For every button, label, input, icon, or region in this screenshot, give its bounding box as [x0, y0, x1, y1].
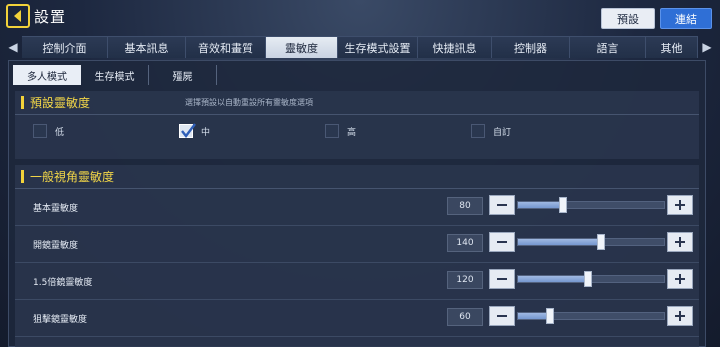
sensitivity-row-1: 開鏡靈敏度 140 — [15, 226, 699, 263]
back-arrow-icon — [14, 10, 21, 22]
decrease-button[interactable] — [489, 269, 515, 289]
preset-option-label: 低 — [55, 127, 65, 138]
preset-sensitivity-section: 預設靈敏度 選擇預設以自動重設所有靈敏度選項 低 中 高 自訂 — [15, 91, 699, 159]
minus-icon — [497, 315, 507, 317]
plus-icon — [675, 237, 685, 247]
tab-6[interactable]: 控制器 — [492, 36, 570, 58]
preset-options-row: 低 中 高 自訂 — [15, 115, 699, 147]
preset-option-1[interactable]: 中 — [179, 123, 211, 138]
subtab-0[interactable]: 多人模式 — [13, 65, 81, 85]
row-label: 狙擊鏡靈敏度 — [33, 315, 88, 325]
row-label: 基本靈敏度 — [33, 204, 79, 214]
checkbox-icon[interactable] — [325, 124, 339, 138]
tab-scroll-right-icon[interactable]: ▶ — [700, 38, 714, 56]
tab-scroll-left-icon[interactable]: ◀ — [6, 38, 20, 56]
tab-7[interactable]: 語言 — [570, 36, 646, 58]
preset-section-title: 預設靈敏度 — [30, 96, 91, 110]
preset-button[interactable]: 預設 — [601, 8, 655, 29]
value-display: 80 — [447, 197, 483, 215]
tab-0[interactable]: 控制介面 — [22, 36, 108, 58]
increase-button[interactable] — [667, 306, 693, 326]
sensitivity-slider[interactable] — [517, 197, 665, 213]
view-section-title: 一般視角靈敏度 — [30, 170, 115, 184]
slider-handle[interactable] — [584, 271, 593, 287]
subtab-1[interactable]: 生存模式 — [81, 65, 149, 85]
slider-fill — [518, 239, 602, 245]
tab-8[interactable]: 其他 — [646, 36, 698, 58]
increase-button[interactable] — [667, 232, 693, 252]
sensitivity-row-3: 狙擊鏡靈敏度 60 — [15, 300, 699, 337]
minus-icon — [497, 204, 507, 206]
increase-button[interactable] — [667, 195, 693, 215]
tabs-container: 控制介面 基本訊息 音效和畫質 靈敏度 生存模式設置 快捷訊息 控制器 語言 其他 — [22, 36, 698, 58]
preset-option-0[interactable]: 低 — [33, 124, 64, 138]
sensitivity-slider[interactable] — [517, 271, 665, 287]
section-marker — [21, 96, 24, 109]
plus-icon — [675, 311, 685, 321]
view-sensitivity-section: 一般視角靈敏度 基本靈敏度 80 開鏡靈敏度 140 1.5倍鏡靈敏度 120 狙擊鏡靈敏度… — [15, 165, 699, 347]
slider-rows: 基本靈敏度 80 開鏡靈敏度 140 1.5倍鏡靈敏度 120 狙擊鏡靈敏度 60 — [15, 189, 699, 337]
decrease-button[interactable] — [489, 232, 515, 252]
plus-icon — [675, 274, 685, 284]
value-display: 120 — [447, 271, 483, 289]
slider-handle[interactable] — [546, 308, 555, 324]
tab-1[interactable]: 基本訊息 — [108, 36, 186, 58]
checkbox-icon[interactable] — [471, 124, 485, 138]
settings-tab-bar: ◀ 控制介面 基本訊息 音效和畫質 靈敏度 生存模式設置 快捷訊息 控制器 語言 其他 ▶ — [0, 36, 720, 58]
minus-icon — [497, 278, 507, 280]
sensitivity-row-2: 1.5倍鏡靈敏度 120 — [15, 263, 699, 300]
preset-option-2[interactable]: 高 — [325, 124, 356, 138]
tab-2[interactable]: 音效和畫質 — [186, 36, 266, 58]
row-label: 1.5倍鏡靈敏度 — [33, 278, 93, 288]
tab-5[interactable]: 快捷訊息 — [418, 36, 492, 58]
decrease-button[interactable] — [489, 306, 515, 326]
mode-subtabs: 多人模式 生存模式 殭屍 — [13, 65, 217, 85]
sensitivity-row-0: 基本靈敏度 80 — [15, 189, 699, 226]
row-label: 開鏡靈敏度 — [33, 241, 79, 251]
value-display: 140 — [447, 234, 483, 252]
slider-handle[interactable] — [559, 197, 568, 213]
view-section-header: 一般視角靈敏度 — [15, 165, 699, 189]
decrease-button[interactable] — [489, 195, 515, 215]
preset-section-header: 預設靈敏度 選擇預設以自動重設所有靈敏度選項 — [15, 91, 699, 115]
sensitivity-slider[interactable] — [517, 308, 665, 324]
value-display: 60 — [447, 308, 483, 326]
slider-handle[interactable] — [597, 234, 606, 250]
subtab-2[interactable]: 殭屍 — [149, 65, 217, 85]
plus-icon — [675, 200, 685, 210]
top-bar: 設置 預設 連結 — [0, 0, 720, 36]
preset-option-3[interactable]: 自訂 — [471, 124, 511, 138]
sensitivity-panel: 多人模式 生存模式 殭屍 預設靈敏度 選擇預設以自動重設所有靈敏度選項 低中高自訂 … — [8, 60, 706, 347]
minus-icon — [497, 241, 507, 243]
increase-button[interactable] — [667, 269, 693, 289]
back-button[interactable] — [6, 4, 30, 28]
preset-option-label: 中 — [201, 127, 211, 138]
page-title: 設置 — [34, 8, 67, 26]
sensitivity-slider[interactable] — [517, 234, 665, 250]
checkbox-icon[interactable] — [33, 124, 47, 138]
tab-4[interactable]: 生存模式設置 — [338, 36, 418, 58]
slider-fill — [518, 202, 564, 208]
link-button[interactable]: 連結 — [660, 8, 712, 29]
preset-option-label: 高 — [347, 127, 357, 138]
tab-3[interactable]: 靈敏度 — [266, 36, 338, 58]
preset-option-label: 自訂 — [493, 127, 512, 138]
slider-fill — [518, 276, 589, 282]
section-marker — [21, 170, 24, 183]
checkbox-icon[interactable] — [179, 123, 196, 138]
preset-section-hint: 選擇預設以自動重設所有靈敏度選項 — [185, 98, 313, 107]
